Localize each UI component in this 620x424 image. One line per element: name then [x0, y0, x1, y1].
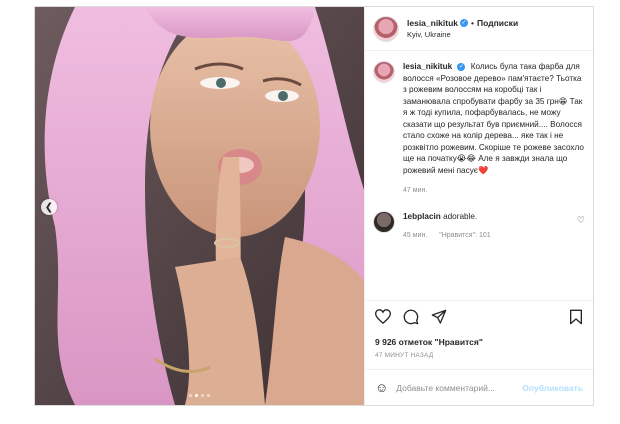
post-modal: ❮ lesia_nikituk ✓ • Подписки Kyiv, Ukrai… [34, 6, 594, 406]
post-location[interactable]: Kyiv, Ukraine [407, 29, 518, 41]
comment-likes[interactable]: "Нравится": 101 [439, 232, 490, 239]
author-username[interactable]: lesia_nikituk [407, 17, 458, 29]
post-sidebar: lesia_nikituk ✓ • Подписки Kyiv, Ukraine… [364, 7, 593, 405]
verified-badge-icon: ✓ [460, 18, 469, 27]
post-photo[interactable]: ❮ [35, 7, 364, 405]
caption-text: Колись була така фарба для волосся «Розо… [403, 62, 584, 175]
post-photo-image [35, 7, 364, 405]
carousel-prev-button[interactable]: ❮ [41, 199, 57, 215]
carousel-dot [201, 394, 204, 397]
comment-text: adorable. [443, 211, 478, 221]
bookmark-icon[interactable] [569, 309, 583, 330]
publish-button[interactable]: Опубликовать [522, 383, 583, 393]
follow-separator: • [471, 17, 475, 28]
caption-time: 47 мин. [403, 187, 428, 194]
carousel-dot [207, 394, 210, 397]
comment-item: 1ebplacin adorable. 45 мин. "Нравится": … [373, 210, 585, 241]
likes-count[interactable]: 9 926 отметок "Нравится" [375, 337, 583, 347]
add-comment-bar: ☺ Опубликовать [365, 369, 593, 405]
post-header: lesia_nikituk ✓ • Подписки Kyiv, Ukraine [365, 7, 593, 51]
following-button[interactable]: Подписки [477, 17, 518, 29]
comments-section: lesia_nikituk ✓ Колись була така фарба д… [365, 51, 593, 300]
carousel-dot-active [195, 394, 198, 397]
caption: lesia_nikituk ✓ Колись була така фарба д… [373, 61, 585, 197]
smiley-icon[interactable]: ☺ [375, 380, 388, 395]
comment-input[interactable] [396, 382, 523, 393]
verified-badge-icon: ✓ [457, 62, 466, 71]
author-avatar[interactable] [373, 15, 399, 42]
paper-plane-icon[interactable] [431, 309, 447, 330]
commenter-username[interactable]: 1ebplacin [403, 212, 441, 221]
post-time: 47 МИНУТ НАЗАД [375, 352, 434, 359]
carousel-dot [189, 394, 192, 397]
comment-like-heart-icon[interactable]: ♡ [577, 215, 585, 226]
caption-avatar[interactable] [373, 61, 395, 83]
heart-icon[interactable] [374, 309, 392, 329]
chevron-left-icon: ❮ [44, 201, 54, 213]
comment-time: 45 мин. [403, 231, 428, 239]
post-actions: 9 926 отметок "Нравится" 47 МИНУТ НАЗАД [365, 300, 593, 359]
comment-icon[interactable] [403, 309, 419, 330]
commenter-avatar[interactable] [373, 210, 395, 233]
carousel-dots [35, 394, 364, 397]
caption-username[interactable]: lesia_nikituk [403, 62, 452, 71]
